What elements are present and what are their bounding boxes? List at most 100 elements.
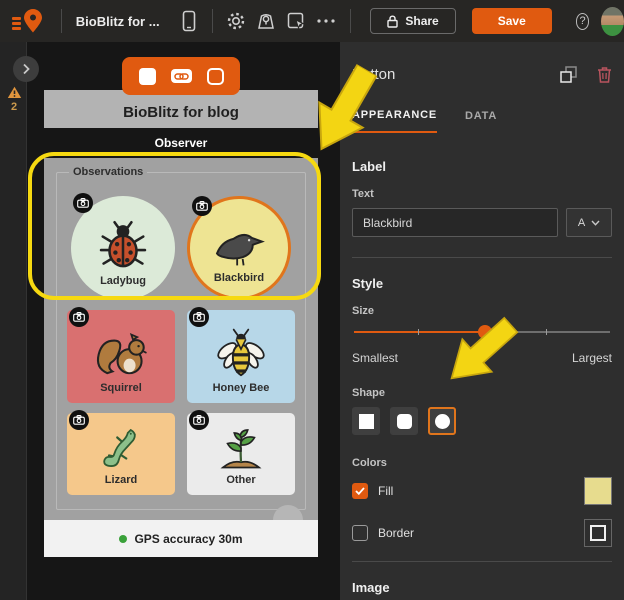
trash-icon	[598, 67, 611, 83]
size-max-label: Largest	[571, 351, 612, 365]
label-section-heading: Label	[352, 159, 386, 174]
settings-gear-icon[interactable]	[226, 8, 246, 34]
text-field-label: Text	[352, 188, 374, 200]
shape-square-button[interactable]	[352, 407, 380, 435]
gps-status-bar: GPS accuracy 30m	[44, 520, 318, 557]
tile-label: Lizard	[104, 474, 138, 486]
duplicate-button[interactable]	[560, 66, 577, 83]
tile-label: Honey Bee	[212, 382, 270, 394]
square-shape-icon	[358, 413, 374, 429]
shape-rounded-button[interactable]	[390, 407, 418, 435]
observations-legend: Observations	[73, 166, 144, 178]
filled-square-tool-icon[interactable]	[138, 67, 156, 85]
colors-section-heading: Colors	[352, 457, 387, 469]
size-label: Size	[352, 305, 375, 317]
tile-label: Other	[226, 474, 256, 486]
outline-square-tool-icon[interactable]	[206, 67, 224, 85]
top-toolbar: BioBlitz for ... Share Save ?	[0, 0, 624, 42]
fill-label: Fill	[378, 484, 394, 498]
camera-badge-icon	[69, 307, 89, 327]
expand-sidebar-button[interactable]	[13, 56, 39, 82]
fill-checkbox[interactable]	[352, 483, 368, 499]
sprout-illustration	[216, 424, 266, 472]
lizard-illustration	[96, 424, 146, 472]
blackbird-button-selected[interactable]: Blackbird	[187, 196, 291, 300]
lizard-button[interactable]: Lizard	[67, 410, 175, 495]
check-icon	[355, 487, 365, 495]
size-slider[interactable]	[354, 325, 610, 339]
circle-shape-icon	[434, 413, 450, 429]
delete-button[interactable]	[597, 66, 612, 83]
map-pin-logo-icon	[24, 9, 42, 33]
slider-tick	[418, 329, 419, 335]
toolbar-divider	[349, 9, 351, 33]
camera-badge-icon	[192, 196, 212, 216]
tile-label: Ladybug	[100, 275, 146, 287]
logo-bars-icon	[12, 17, 21, 30]
section-divider	[352, 561, 612, 562]
map-location-icon[interactable]	[256, 8, 276, 34]
share-label: Share	[405, 14, 439, 28]
gps-status-text: GPS accuracy 30m	[134, 531, 243, 546]
user-avatar[interactable]	[601, 6, 624, 36]
blackbird-illustration	[209, 226, 269, 270]
phone-form-body: Observations Ladybug Blackbird Squirrel …	[44, 158, 318, 520]
toolbar-divider	[211, 9, 213, 33]
left-rail	[0, 42, 27, 600]
ladybug-button[interactable]: Ladybug	[71, 193, 175, 300]
help-button[interactable]: ?	[575, 12, 590, 30]
squirrel-button[interactable]: Squirrel	[67, 307, 175, 403]
phone-form-header: BioBlitz for blog	[44, 90, 318, 128]
share-button[interactable]: Share	[370, 8, 456, 34]
element-floating-toolbar	[122, 57, 240, 95]
fill-color-swatch[interactable]	[584, 477, 612, 505]
tile-label: Squirrel	[100, 382, 142, 394]
chevron-down-icon	[591, 220, 600, 226]
properties-panel: Button APPEARANCE DATA Label Text Blackb…	[340, 42, 624, 600]
border-color-swatch[interactable]	[584, 519, 612, 547]
tab-appearance[interactable]: APPEARANCE	[352, 109, 438, 133]
observations-fieldset: Observations Ladybug Blackbird Squirrel …	[56, 166, 306, 510]
size-min-label: Smallest	[352, 351, 399, 365]
section-divider	[352, 257, 612, 258]
form-title: BioBlitz for blog	[123, 104, 239, 121]
fulcrum-logo	[12, 8, 43, 34]
section-label: Observer	[154, 136, 208, 150]
border-checkbox[interactable]	[352, 525, 368, 541]
warning-count: 2	[10, 101, 18, 113]
slider-tick	[546, 329, 547, 335]
camera-badge-icon	[189, 307, 209, 327]
select-tool-icon[interactable]	[286, 8, 306, 34]
shape-label: Shape	[352, 387, 386, 399]
style-section-heading: Style	[352, 276, 384, 291]
size-slider-thumb[interactable]	[477, 325, 492, 339]
ladybug-illustration	[96, 217, 150, 273]
rounded-square-shape-icon	[396, 413, 412, 429]
form-preview-area: 2 BioBlitz for blog Observer Observation…	[0, 42, 340, 600]
honey-bee-illustration	[215, 328, 267, 380]
tile-label: Blackbird	[213, 272, 265, 284]
shape-circle-button-selected[interactable]	[428, 407, 456, 435]
font-style-label: A	[577, 216, 586, 229]
link-tool-icon[interactable]	[170, 69, 192, 83]
camera-badge-icon	[73, 193, 93, 213]
squirrel-illustration	[93, 332, 149, 380]
honey-bee-button[interactable]: Honey Bee	[187, 307, 295, 403]
panel-tabs: APPEARANCE DATA	[352, 109, 612, 133]
save-button[interactable]: Save	[471, 8, 552, 34]
size-slider-fill	[354, 331, 485, 333]
app-title: BioBlitz for ...	[75, 13, 160, 29]
camera-badge-icon	[189, 410, 209, 430]
font-style-dropdown[interactable]: A	[566, 208, 612, 237]
more-options-icon[interactable]	[316, 8, 336, 34]
lock-icon	[387, 14, 399, 28]
tab-data[interactable]: DATA	[465, 109, 497, 133]
camera-badge-icon	[69, 410, 89, 430]
device-preview-icon[interactable]	[179, 8, 199, 34]
other-button[interactable]: Other	[187, 410, 295, 495]
panel-title: Button	[352, 66, 396, 83]
toolbar-divider	[61, 9, 62, 33]
gps-status-dot	[119, 534, 128, 543]
label-text-input[interactable]	[352, 208, 558, 237]
app-builder-window: BioBlitz for ... Share Save ? 2 BioBlitz…	[0, 0, 624, 600]
